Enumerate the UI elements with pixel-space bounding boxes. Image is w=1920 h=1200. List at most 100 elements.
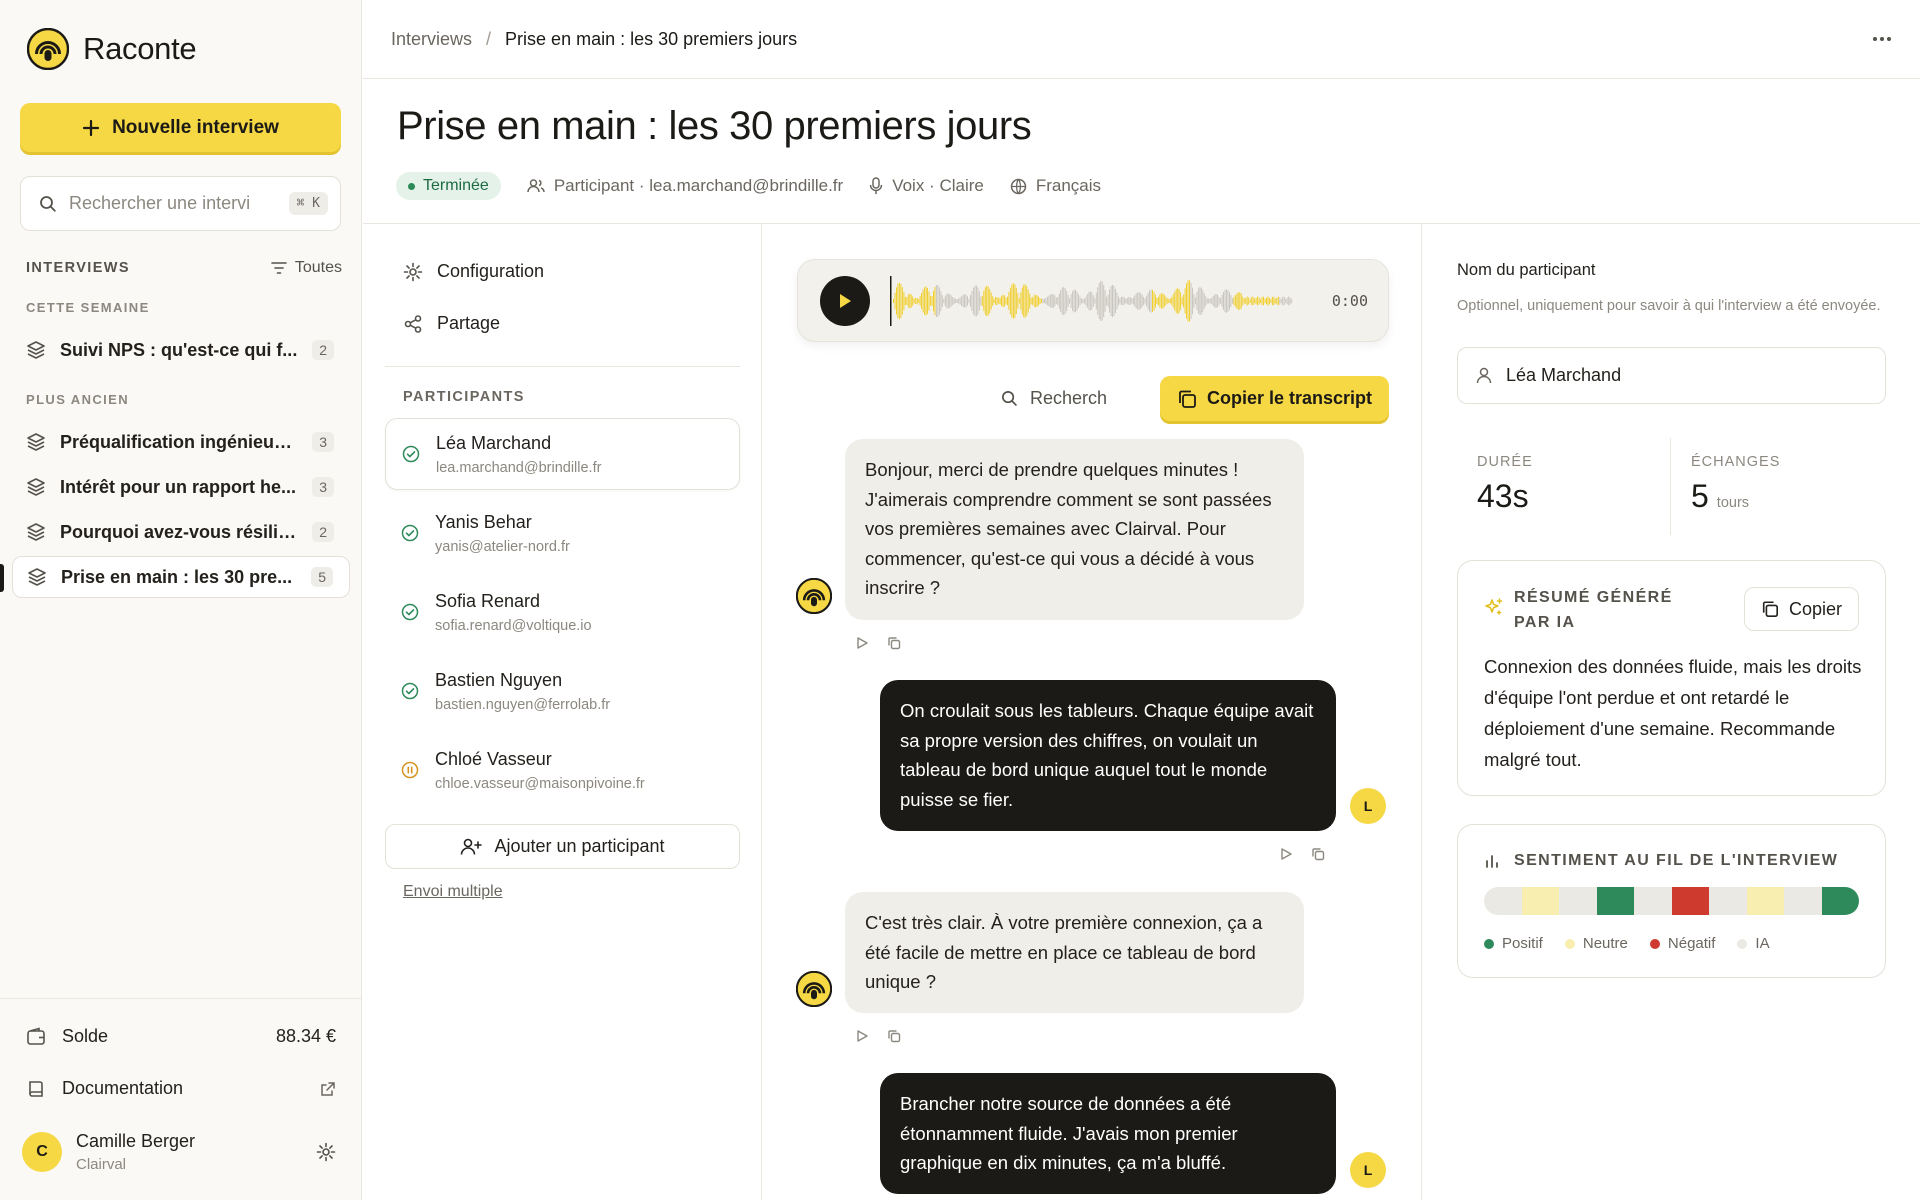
waveform-bar xyxy=(1094,298,1096,304)
share-link[interactable]: Partage xyxy=(403,313,500,334)
waveform-bar xyxy=(1027,289,1029,313)
waveform-bar xyxy=(1049,294,1051,308)
waveform-bar xyxy=(1122,296,1124,306)
waveform-bar xyxy=(1066,290,1068,312)
assistant-avatar xyxy=(796,971,832,1007)
settings-icon[interactable] xyxy=(316,1142,336,1162)
waveform-bar xyxy=(1166,298,1168,304)
sidebar-item-label: Suivi NPS : qu'est-ce qui f... xyxy=(60,339,298,360)
check-circle-icon xyxy=(401,682,419,700)
participant-item[interactable]: Chloé Vasseur chloe.vasseur@maisonpivoine… xyxy=(385,734,740,806)
meta-voice: Voix · Claire xyxy=(869,176,984,196)
waveform-bar xyxy=(1051,294,1053,308)
copy-message-icon[interactable] xyxy=(887,1029,901,1043)
play-button[interactable] xyxy=(820,276,870,326)
waveform-bar xyxy=(1015,287,1017,314)
group-label-older: PLUS ANCIEN xyxy=(26,392,130,407)
copy-icon xyxy=(1762,601,1778,618)
waveform-bar xyxy=(1196,292,1198,310)
participant-email: lea.marchand@brindille.fr xyxy=(436,459,602,476)
documentation-link[interactable]: Documentation xyxy=(26,1078,336,1099)
waveform-bar xyxy=(1172,294,1174,308)
waveform-bar xyxy=(1140,293,1142,309)
waveform-bar xyxy=(1155,294,1156,308)
participant-name-field[interactable]: Léa Marchand xyxy=(1457,347,1886,404)
waveform-bar xyxy=(989,288,991,314)
copy-message-icon[interactable] xyxy=(1311,847,1325,861)
exchanges-value: 5 xyxy=(1691,478,1709,514)
ai-summary-card: RÉSUMÉ GÉNÉRÉ PAR IA Copier Connexion de… xyxy=(1457,560,1886,796)
waveform-bar xyxy=(900,283,902,318)
message-actions xyxy=(855,636,901,650)
waveform-bar xyxy=(1248,297,1250,305)
waveform-bar xyxy=(1160,293,1162,309)
new-interview-button[interactable]: Nouvelle interview xyxy=(20,103,341,152)
waveform-bar xyxy=(1045,297,1047,305)
message-actions xyxy=(1279,847,1325,861)
transcript-search-input[interactable]: Recherch xyxy=(1030,388,1107,409)
add-participant-button[interactable]: Ajouter un participant xyxy=(385,824,740,869)
play-message-icon[interactable] xyxy=(855,636,869,650)
participant-item[interactable]: Yanis Behar yanis@atelier-nord.fr xyxy=(385,497,740,569)
waveform-bar xyxy=(1098,283,1100,319)
user-profile[interactable]: C Camille Berger Clairval xyxy=(22,1131,336,1173)
play-message-icon[interactable] xyxy=(855,1029,869,1043)
waveform-bar xyxy=(1163,294,1165,308)
waveform-bar xyxy=(1206,298,1208,304)
bulk-send-link[interactable]: Envoi multiple xyxy=(403,883,503,901)
copy-message-icon[interactable] xyxy=(887,636,901,650)
bar-chart-icon xyxy=(1486,855,1498,868)
waveform-bar xyxy=(1123,297,1125,305)
audio-waveform[interactable] xyxy=(890,274,1300,328)
waveform-bar xyxy=(927,288,928,314)
transcript-search[interactable]: Recherch xyxy=(1001,388,1107,409)
interviews-filter[interactable]: Toutes xyxy=(271,259,342,277)
participant-item[interactable]: Sofia Renard sofia.renard@voltique.io xyxy=(385,576,740,648)
sidebar-item-interview-active[interactable]: Prise en main : les 30 pre... 5 xyxy=(12,556,350,598)
waveform-bar xyxy=(1279,297,1281,305)
waveform-bar xyxy=(958,298,960,304)
waveform-bar xyxy=(1147,292,1149,310)
sidebar-item-label: Intérêt pour un rapport he... xyxy=(60,476,297,497)
waveform-bar xyxy=(1260,299,1261,303)
waveform-bar xyxy=(1128,297,1130,305)
waveform-bar xyxy=(1159,294,1161,308)
participant-avatar: L xyxy=(1350,1152,1386,1188)
waveform-bar xyxy=(1082,298,1084,304)
waveform-bar xyxy=(950,295,952,307)
participant-item[interactable]: Bastien Nguyen bastien.nguyen@ferrolab.fr xyxy=(385,655,740,727)
balance-row[interactable]: Solde 88.34 € xyxy=(26,1026,336,1047)
waveform-bar xyxy=(1086,294,1088,308)
sidebar-item-interview[interactable]: Pourquoi avez-vous résilié ? 2 xyxy=(12,511,350,553)
interview-search[interactable]: Rechercher une intervi ⌘ K xyxy=(20,176,341,231)
waveform-bar xyxy=(1152,289,1153,313)
waveform-bar xyxy=(1072,291,1074,311)
brand[interactable]: Raconte xyxy=(27,28,197,70)
breadcrumb-parent[interactable]: Interviews xyxy=(391,29,472,50)
participant-name: Chloé Vasseur xyxy=(435,748,552,769)
copy-transcript-button[interactable]: Copier le transcript xyxy=(1160,376,1389,421)
legend-dot xyxy=(1564,938,1575,949)
copy-transcript-label: Copier le transcript xyxy=(1206,388,1373,408)
sidebar-item-interview[interactable]: Suivi NPS : qu'est-ce qui f... 2 xyxy=(12,329,350,371)
waveform-bar xyxy=(1178,289,1180,313)
waveform-bar xyxy=(1044,298,1045,304)
sidebar-item-label: Prise en main : les 30 pre... xyxy=(61,566,293,587)
waveform-bar xyxy=(909,293,911,309)
participant-item[interactable]: Léa Marchand lea.marchand@brindille.fr xyxy=(385,418,740,490)
sidebar-item-interview[interactable]: Préqualification ingénieur ... 3 xyxy=(12,421,350,463)
duration-label: DURÉE xyxy=(1477,454,1533,470)
waveform-bar xyxy=(1150,289,1152,313)
waveform-bar xyxy=(1005,297,1007,305)
waveform-bar xyxy=(930,296,931,306)
copy-summary-button[interactable]: Copier xyxy=(1743,587,1859,631)
search-input[interactable]: Rechercher une intervi xyxy=(69,193,277,214)
waveform-bar xyxy=(1144,298,1146,304)
configuration-link[interactable]: Configuration xyxy=(403,261,544,282)
play-message-icon[interactable] xyxy=(1279,847,1293,861)
waveform-bar xyxy=(1033,295,1035,307)
waveform-bar xyxy=(1215,294,1217,308)
waveform-bar xyxy=(934,287,936,316)
sidebar-item-interview[interactable]: Intérêt pour un rapport he... 3 xyxy=(12,466,350,508)
more-options-icon[interactable] xyxy=(1872,36,1892,42)
